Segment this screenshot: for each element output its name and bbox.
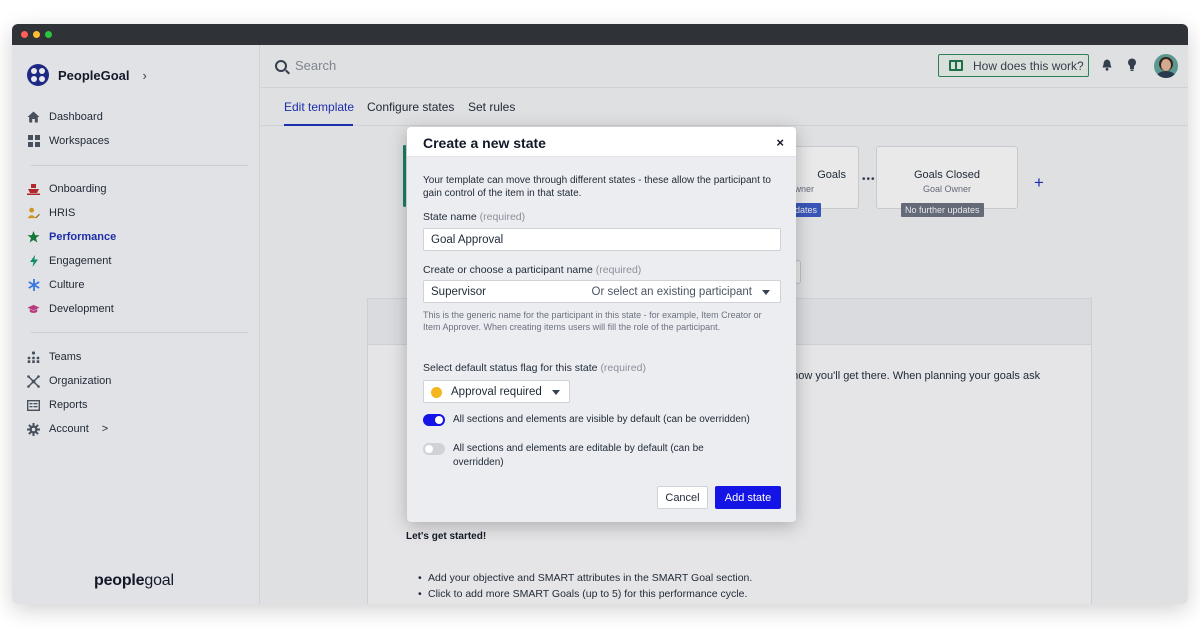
status-dot-icon — [431, 387, 442, 398]
status-flag-label: Select default status flag for this stat… — [423, 362, 646, 374]
app-body: PeopleGoal › Dashboard Workspaces Onboar… — [12, 45, 1188, 604]
participant-combobox[interactable]: Supervisor Or select an existing partici… — [423, 280, 781, 303]
window-minimize-dot[interactable] — [33, 31, 40, 38]
status-flag-label-text: Select default status flag for this stat… — [423, 362, 598, 374]
participant-help-text: This is the generic name for the partici… — [423, 310, 762, 332]
status-flag-value: Approval required — [451, 386, 542, 398]
participant-label-text: Create or choose a participant name — [423, 264, 593, 276]
required-hint: (required) — [595, 264, 642, 276]
required-hint: (required) — [600, 362, 646, 374]
close-icon[interactable]: × — [776, 135, 784, 150]
editable-by-default-label: All sections and elements are editable b… — [453, 443, 704, 468]
state-name-label: State name (required) — [423, 211, 525, 223]
participant-name-input[interactable]: Supervisor — [431, 286, 486, 298]
add-state-button[interactable]: Add state — [715, 486, 781, 509]
window-close-dot[interactable] — [21, 31, 28, 38]
chevron-down-icon — [552, 390, 560, 395]
required-hint: (required) — [479, 211, 526, 223]
state-name-input[interactable] — [423, 228, 781, 251]
create-state-modal: Create a new state × Your template can m… — [407, 127, 796, 522]
modal-title: Create a new state — [423, 135, 546, 151]
app-window: PeopleGoal › Dashboard Workspaces Onboar… — [12, 24, 1188, 604]
window-titlebar — [12, 24, 1188, 45]
editable-by-default-toggle[interactable] — [423, 443, 445, 455]
modal-header: Create a new state × — [407, 127, 796, 157]
status-flag-select[interactable]: Approval required — [423, 380, 570, 403]
chevron-down-icon — [762, 290, 770, 295]
existing-participant-select[interactable]: Or select an existing participant — [592, 286, 752, 298]
state-name-label-text: State name — [423, 211, 477, 223]
participant-label: Create or choose a participant name (req… — [423, 264, 641, 276]
visible-by-default-toggle[interactable] — [423, 414, 445, 426]
cancel-button[interactable]: Cancel — [657, 486, 708, 509]
modal-intro-text: Your template can move through different… — [423, 175, 771, 199]
window-maximize-dot[interactable] — [45, 31, 52, 38]
visible-by-default-label: All sections and elements are visible by… — [453, 414, 750, 425]
